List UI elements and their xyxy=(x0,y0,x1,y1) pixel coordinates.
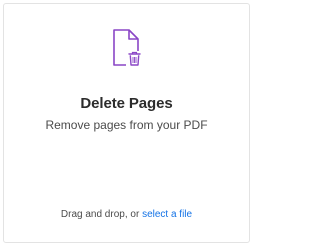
drop-zone-text: Drag and drop, or xyxy=(60,209,143,220)
tool-title: Delete Pages xyxy=(80,95,173,112)
drop-zone-hint: Drag and drop, or select a file xyxy=(4,209,249,220)
select-file-link[interactable]: select a file xyxy=(142,209,192,220)
delete-pages-icon xyxy=(112,28,142,68)
delete-pages-tool-card[interactable]: Delete Pages Remove pages from your PDF … xyxy=(3,3,250,243)
tool-description: Remove pages from your PDF xyxy=(45,118,208,132)
